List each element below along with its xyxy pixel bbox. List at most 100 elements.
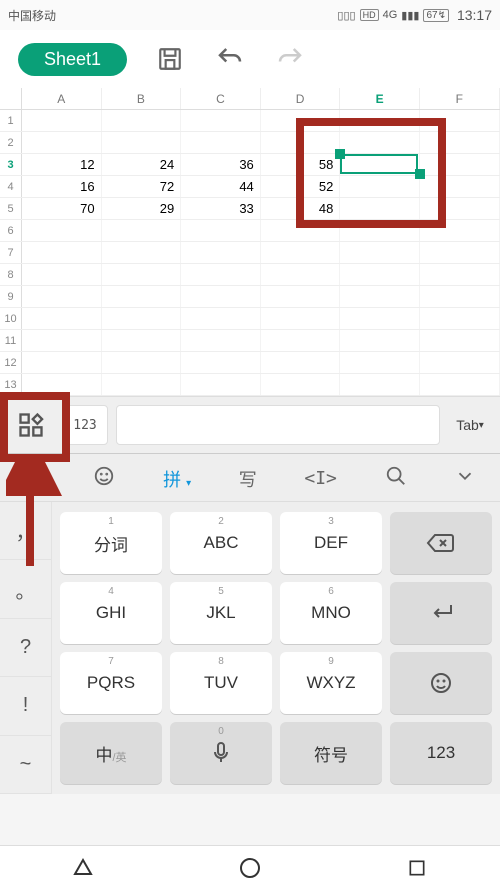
cell[interactable] xyxy=(340,374,420,395)
cell[interactable] xyxy=(340,176,420,197)
cell[interactable] xyxy=(102,264,182,285)
cell[interactable]: 12 xyxy=(22,154,102,175)
row-number[interactable]: 11 xyxy=(0,330,22,351)
cell[interactable] xyxy=(22,132,102,153)
cell[interactable]: 44 xyxy=(181,176,261,197)
cell[interactable] xyxy=(420,374,500,395)
save-icon[interactable] xyxy=(153,42,187,76)
cell[interactable] xyxy=(420,176,500,197)
cell[interactable]: 36 xyxy=(181,154,261,175)
cell[interactable] xyxy=(22,330,102,351)
cell[interactable] xyxy=(261,110,341,131)
selection-handle[interactable] xyxy=(415,169,425,179)
row-number[interactable]: 9 xyxy=(0,286,22,307)
row-number[interactable]: 7 xyxy=(0,242,22,263)
cell[interactable]: 48 xyxy=(261,198,341,219)
cell[interactable] xyxy=(22,242,102,263)
kb-clipboard-button[interactable]: <I> xyxy=(294,464,347,493)
cell[interactable] xyxy=(22,110,102,131)
key-enter-icon[interactable] xyxy=(390,582,492,644)
cell[interactable]: 58 xyxy=(261,154,341,175)
selection-handle[interactable] xyxy=(335,149,345,159)
cell[interactable] xyxy=(261,264,341,285)
cell[interactable] xyxy=(420,242,500,263)
spreadsheet[interactable]: ABCDEF 123122436584167244525702933486789… xyxy=(0,88,500,396)
cell[interactable] xyxy=(181,330,261,351)
cell[interactable] xyxy=(102,220,182,241)
cell[interactable] xyxy=(261,330,341,351)
cell[interactable] xyxy=(181,286,261,307)
kb-handwrite-button[interactable]: 写 xyxy=(229,462,267,496)
punct-key[interactable]: ? xyxy=(0,619,52,677)
tab-key[interactable]: Tab▾ xyxy=(448,405,492,445)
cell[interactable] xyxy=(420,264,500,285)
cell[interactable] xyxy=(22,264,102,285)
cell[interactable] xyxy=(102,242,182,263)
cell[interactable] xyxy=(340,308,420,329)
redo-icon[interactable] xyxy=(273,42,307,76)
kb-collapse-button[interactable] xyxy=(444,461,486,496)
key-分词[interactable]: 1分词 xyxy=(60,512,162,574)
nav-home-icon[interactable] xyxy=(236,854,264,882)
cell[interactable] xyxy=(420,308,500,329)
cell[interactable] xyxy=(340,286,420,307)
cell[interactable] xyxy=(340,110,420,131)
col-header[interactable]: F xyxy=(420,88,500,109)
row-number[interactable]: 3 xyxy=(0,154,22,175)
apps-icon[interactable] xyxy=(8,405,54,445)
key-中[interactable]: 中/英 xyxy=(60,722,162,784)
kb-menu-icon[interactable] xyxy=(14,461,56,496)
key-mic-icon[interactable]: 0 xyxy=(170,722,272,784)
cell[interactable] xyxy=(261,352,341,373)
cell[interactable] xyxy=(420,220,500,241)
col-header[interactable]: E xyxy=(340,88,420,109)
cell[interactable] xyxy=(420,286,500,307)
nav-recent-icon[interactable] xyxy=(403,854,431,882)
punct-key[interactable]: 。 xyxy=(0,560,52,618)
row-number[interactable]: 10 xyxy=(0,308,22,329)
cell[interactable] xyxy=(261,286,341,307)
cell[interactable] xyxy=(181,132,261,153)
cell[interactable] xyxy=(102,308,182,329)
row-number[interactable]: 12 xyxy=(0,352,22,373)
cell[interactable] xyxy=(261,308,341,329)
cell[interactable] xyxy=(340,198,420,219)
cell[interactable] xyxy=(181,242,261,263)
numeric-mode-button[interactable]: 123 xyxy=(62,405,108,445)
key-emoji-icon[interactable] xyxy=(390,652,492,714)
col-header[interactable]: D xyxy=(261,88,341,109)
key-wxyz[interactable]: 9WXYZ xyxy=(280,652,382,714)
col-header[interactable]: B xyxy=(102,88,182,109)
cell[interactable] xyxy=(340,154,420,175)
cell[interactable] xyxy=(340,220,420,241)
row-number[interactable]: 6 xyxy=(0,220,22,241)
cell[interactable] xyxy=(102,286,182,307)
key-def[interactable]: 3DEF xyxy=(280,512,382,574)
cell[interactable] xyxy=(181,220,261,241)
key-jkl[interactable]: 5JKL xyxy=(170,582,272,644)
key-mno[interactable]: 6MNO xyxy=(280,582,382,644)
col-header[interactable]: A xyxy=(22,88,102,109)
cell[interactable] xyxy=(420,352,500,373)
cell[interactable] xyxy=(420,198,500,219)
cell[interactable] xyxy=(340,352,420,373)
cell[interactable] xyxy=(22,352,102,373)
undo-icon[interactable] xyxy=(213,42,247,76)
cell[interactable]: 33 xyxy=(181,198,261,219)
punct-key[interactable]: ~ xyxy=(0,736,52,794)
key-123[interactable]: 123 xyxy=(390,722,492,784)
row-number[interactable]: 13 xyxy=(0,374,22,395)
sheet-tab[interactable]: Sheet1 xyxy=(18,43,127,76)
cell[interactable] xyxy=(420,154,500,175)
row-number[interactable]: 5 xyxy=(0,198,22,219)
key-tuv[interactable]: 8TUV xyxy=(170,652,272,714)
cell[interactable] xyxy=(102,352,182,373)
cell[interactable] xyxy=(22,286,102,307)
cell[interactable] xyxy=(181,374,261,395)
cell[interactable] xyxy=(261,220,341,241)
cell[interactable] xyxy=(261,374,341,395)
cell[interactable] xyxy=(102,374,182,395)
cell[interactable] xyxy=(22,308,102,329)
punct-key[interactable]: ， xyxy=(0,502,52,560)
kb-emoji-button[interactable] xyxy=(83,461,125,496)
